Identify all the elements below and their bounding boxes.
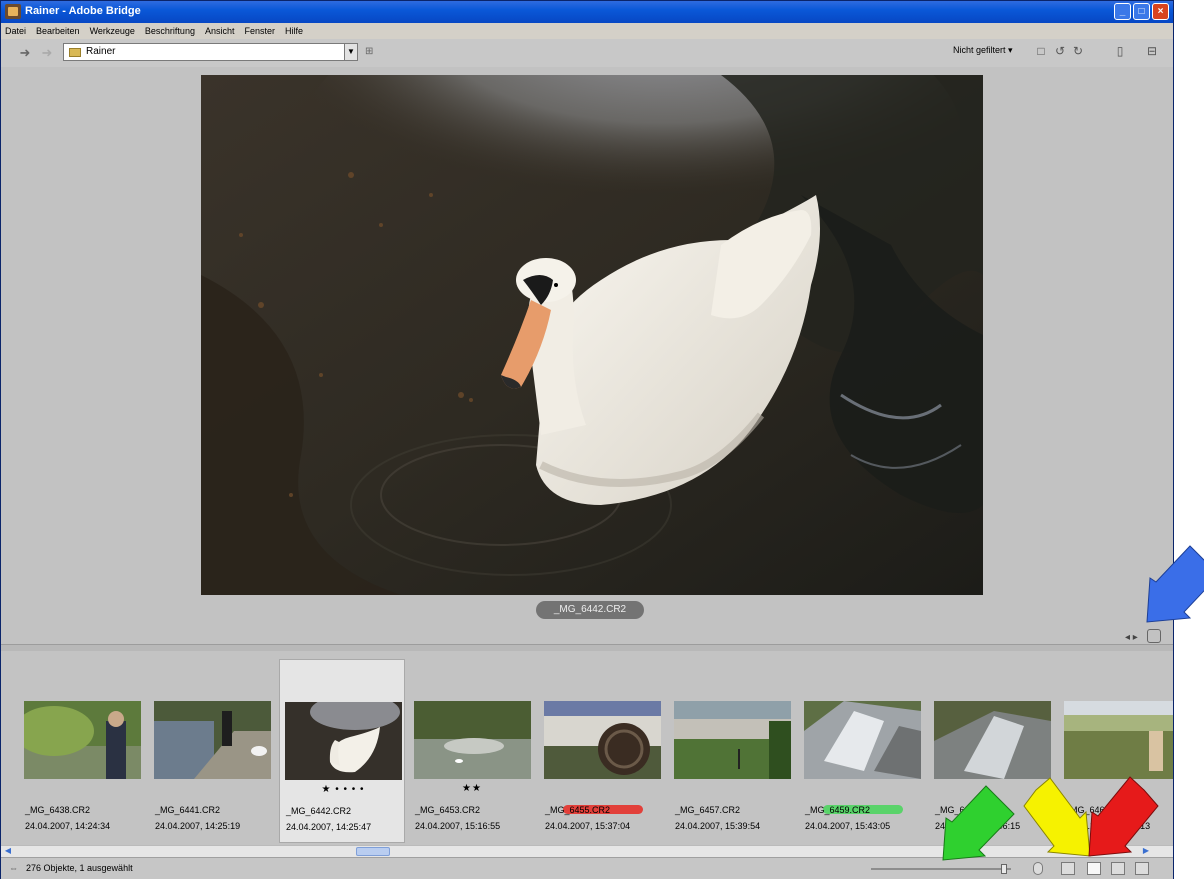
new-folder-icon[interactable]: □ <box>1034 43 1048 59</box>
window-title: Rainer - Adobe Bridge <box>25 5 141 17</box>
zoom-max-icon[interactable] <box>1033 862 1043 875</box>
thumbnail-item[interactable]: ★★ _MG_6453.CR2 24.04.2007, 15:16:55 <box>409 659 535 843</box>
menu-beschriftung[interactable]: Beschriftung <box>145 23 195 39</box>
menu-werkzeuge[interactable]: Werkzeuge <box>90 23 135 39</box>
menu-ansicht[interactable]: Ansicht <box>205 23 235 39</box>
rotate-right-icon[interactable]: ↻ <box>1071 43 1085 59</box>
menu-bearbeiten[interactable]: Bearbeiten <box>36 23 80 39</box>
rating-stars[interactable]: ★ • • • • <box>280 784 406 795</box>
thumbnail-item[interactable]: _MG_6441.CR2 24.04.2007, 14:25:19 <box>149 659 275 843</box>
thumbnail-image <box>1064 701 1173 779</box>
thumbnail-image <box>934 701 1051 779</box>
details-view-icon[interactable] <box>1111 862 1125 875</box>
thumbnail-item[interactable]: _MG_6455.CR2 24.04.2007, 15:37:04 <box>539 659 665 843</box>
bridge-window: Rainer - Adobe Bridge _ □ × Datei Bearbe… <box>0 0 1174 879</box>
trash-icon[interactable]: ▯ <box>1113 43 1127 59</box>
thumbnail-date: 24.04.2007, 15:39:54 <box>675 821 761 831</box>
scroll-left-arrow-icon[interactable]: ◀ <box>3 846 13 856</box>
filmstrip-view-icon[interactable] <box>1087 862 1101 875</box>
preview-panel: _MG_6442.CR2 ◂ ▸ <box>1 67 1173 644</box>
thumbnail-date: 24.04.2007, 15:43:05 <box>805 821 891 831</box>
scroll-right-arrow-icon[interactable]: ▶ <box>1141 846 1151 856</box>
versions-view-icon[interactable] <box>1135 862 1149 875</box>
thumbnail-image <box>414 701 531 779</box>
scrollbar-thumb[interactable] <box>356 847 390 856</box>
page-nav-arrows-icon[interactable]: ◂ ▸ <box>1125 632 1138 643</box>
filmstrip-scrollbar[interactable]: ◀ ▶ <box>1 845 1173 857</box>
thumbnail-filename: _MG_6455.CR2 <box>545 805 611 815</box>
thumbnail-item[interactable]: _MG_6459.CR2 24.04.2007, 15:43:05 <box>799 659 925 843</box>
maximize-button[interactable]: □ <box>1133 3 1150 20</box>
thumbnail-view-icon[interactable] <box>1061 862 1075 875</box>
thumbnail-image <box>24 701 141 779</box>
close-button[interactable]: × <box>1152 3 1169 20</box>
recent-folder-icon[interactable]: ⊞ <box>365 46 377 58</box>
menu-bar: Datei Bearbeiten Werkzeuge Beschriftung … <box>1 23 1173 39</box>
thumbnail-filename: _MG_6438.CR2 <box>25 805 91 815</box>
thumbnail-date: 24.04.2007, 15:37:04 <box>545 821 631 831</box>
panel-toggle-icon[interactable]: ⇔ <box>9 863 18 873</box>
thumbnail-filename: _MG_6463.CR2 <box>1065 805 1131 815</box>
thumbnail-item[interactable]: _MG_6463.CR2 24.04.2007, 15:46:13 <box>1059 659 1173 843</box>
path-dropdown-button[interactable]: ▼ <box>344 43 358 61</box>
title-bar: Rainer - Adobe Bridge _ □ × <box>1 1 1173 23</box>
status-bar: ⇔ 276 Objekte, 1 ausgewählt <box>1 857 1173 879</box>
thumbnail-image <box>674 701 791 779</box>
menu-hilfe[interactable]: Hilfe <box>285 23 303 39</box>
thumbnail-date: 24.04.2007, 15:46:15 <box>935 821 1021 831</box>
slider-knob[interactable] <box>1001 864 1007 874</box>
thumbnail-item-selected[interactable]: ★ • • • • _MG_6442.CR2 24.04.2007, 14:25… <box>279 659 405 843</box>
thumbnail-item[interactable]: _MG_6438.CR2 24.04.2007, 14:24:34 <box>19 659 145 843</box>
rotate-left-icon[interactable]: ↺ <box>1053 43 1067 59</box>
thumbnail-date: 24.04.2007, 15:16:55 <box>415 821 501 831</box>
filmstrip: _MG_6438.CR2 24.04.2007, 14:24:34 _MG_64… <box>1 651 1173 845</box>
bridge-app-icon <box>5 4 21 19</box>
thumbnail-date: 24.04.2007, 14:25:19 <box>155 821 241 831</box>
thumbnail-date: 24.04.2007, 15:46:13 <box>1065 821 1151 831</box>
thumbnail-item[interactable]: _MG_6462.CR2 24.04.2007, 15:46:15 <box>929 659 1055 843</box>
thumbnail-filename: _MG_6462.CR2 <box>935 805 1001 815</box>
folder-icon <box>69 48 81 57</box>
preview-filename-caption: _MG_6442.CR2 <box>536 601 644 619</box>
thumbnail-date: 24.04.2007, 14:24:34 <box>25 821 111 831</box>
thumbnail-item[interactable]: _MG_6457.CR2 24.04.2007, 15:39:54 <box>669 659 795 843</box>
switch-compact-mode-icon[interactable]: ⊟ <box>1145 43 1159 59</box>
filter-dropdown[interactable]: Nicht gefiltert ▾ <box>953 45 1013 56</box>
thumbnail-image <box>154 701 271 779</box>
thumbnail-image <box>544 701 661 779</box>
thumbnail-size-slider[interactable] <box>871 864 1011 874</box>
status-text: 276 Objekte, 1 ausgewählt <box>26 863 133 873</box>
menu-fenster[interactable]: Fenster <box>244 23 275 39</box>
thumbnail-filename: _MG_6457.CR2 <box>675 805 741 815</box>
rating-stars[interactable]: ★★ <box>409 783 535 794</box>
minimize-button[interactable]: _ <box>1114 3 1131 20</box>
thumbnail-image <box>285 702 402 780</box>
thumbnail-filename: _MG_6442.CR2 <box>286 806 352 816</box>
forward-arrow-icon[interactable]: ➜ <box>39 46 55 60</box>
back-arrow-icon[interactable]: ➜ <box>17 46 33 60</box>
thumbnail-filename: _MG_6459.CR2 <box>805 805 871 815</box>
thumbnail-filename: _MG_6441.CR2 <box>155 805 221 815</box>
swan-photo-graphic <box>201 75 983 595</box>
path-field[interactable]: Rainer <box>63 43 346 61</box>
swan-preview-image[interactable] <box>201 75 983 595</box>
panel-splitter[interactable] <box>1 644 1173 651</box>
filter-label: Nicht gefiltert <box>953 45 1006 55</box>
menu-datei[interactable]: Datei <box>5 23 26 39</box>
thumbnail-date: 24.04.2007, 14:25:47 <box>286 822 372 832</box>
path-text: Rainer <box>86 46 116 57</box>
window-controls: _ □ × <box>1114 3 1169 20</box>
thumbnail-filename: _MG_6453.CR2 <box>415 805 481 815</box>
thumbnail-image <box>804 701 921 779</box>
loupe-view-icon[interactable] <box>1147 629 1161 643</box>
